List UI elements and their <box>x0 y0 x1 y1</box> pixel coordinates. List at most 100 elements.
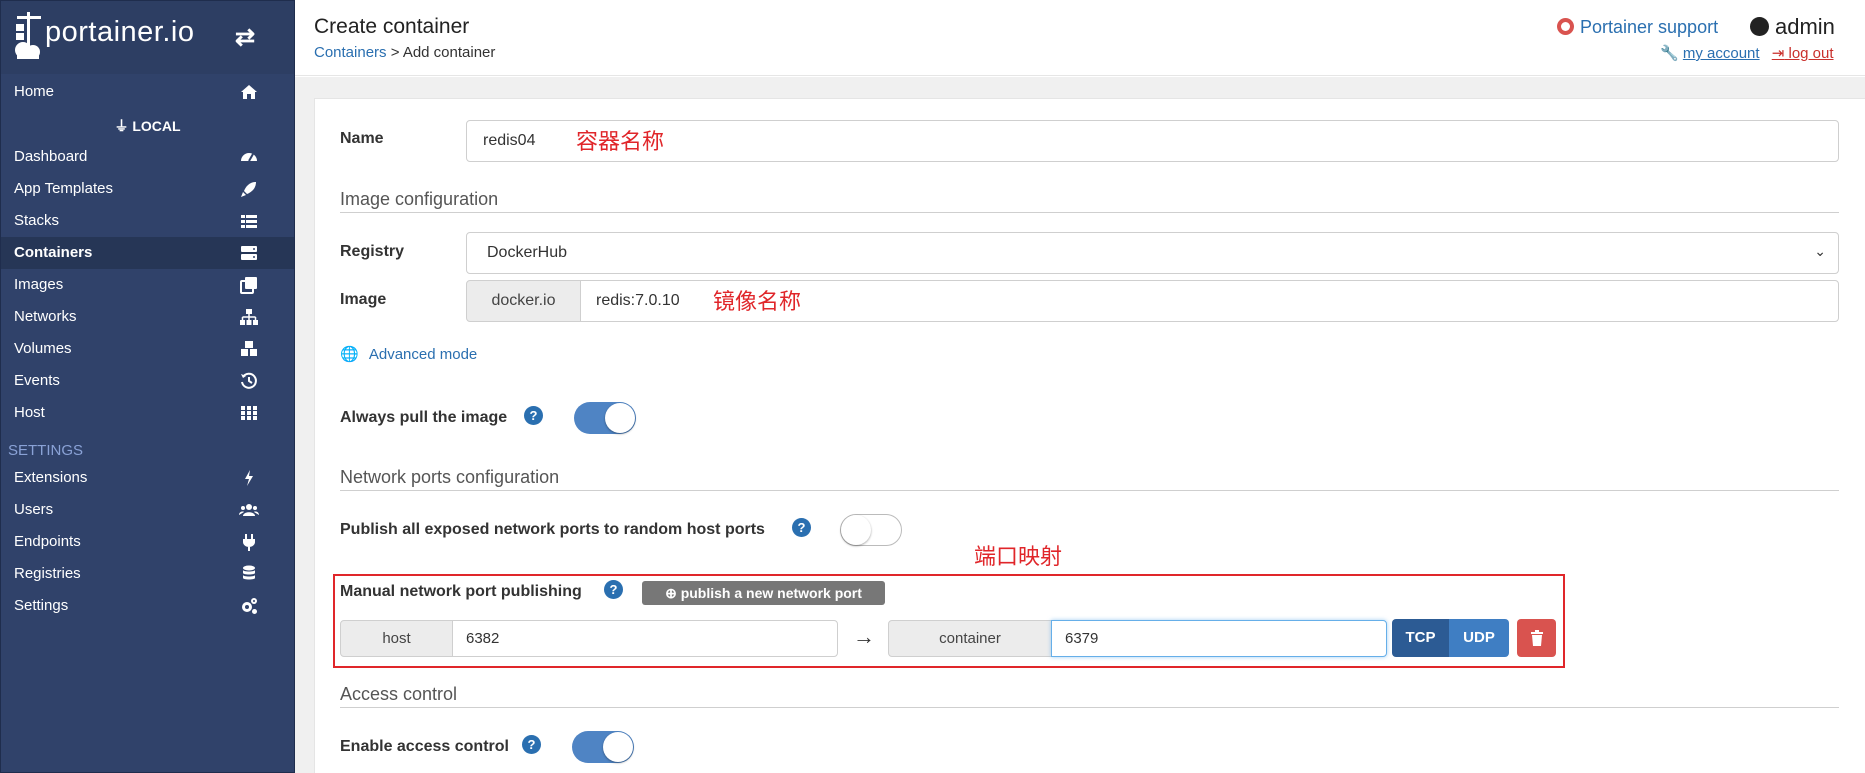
sidebar-item-stacks[interactable]: Stacks <box>1 205 294 237</box>
sidebar-item-label: Users <box>14 501 54 518</box>
sidebar-item-events[interactable]: Events <box>1 365 294 397</box>
plug-icon <box>243 534 255 551</box>
support-label: Portainer support <box>1580 17 1719 37</box>
sidebar-item-label: Stacks <box>14 212 60 229</box>
sidebar-item-containers[interactable]: Containers <box>1 237 294 269</box>
sidebar-item-dashboard[interactable]: Dashboard <box>1 141 294 173</box>
toggle-knob <box>603 732 633 762</box>
manual-publishing-label: Manual network port publishing <box>340 583 582 600</box>
sidebar-item-networks[interactable]: Networks <box>1 301 294 333</box>
advanced-mode-link[interactable]: 🌐 Advanced mode <box>340 345 477 363</box>
sidebar-item-app-templates[interactable]: App Templates <box>1 173 294 205</box>
server-icon <box>241 246 257 260</box>
image-input-value: redis:7.0.10 <box>596 292 680 309</box>
portainer-support-link[interactable]: Portainer support <box>1557 17 1718 38</box>
host-port-input[interactable]: 6382 <box>452 620 838 657</box>
history-icon <box>241 372 257 389</box>
question-circle-icon[interactable]: ? <box>524 406 543 425</box>
sidebar-item-home[interactable]: Home <box>1 76 294 108</box>
name-annotation: 容器名称 <box>576 130 665 155</box>
sidebar-item-images[interactable]: Images <box>1 269 294 301</box>
sidebar-item-label: Events <box>14 372 60 389</box>
sitemap-icon <box>240 309 258 325</box>
publish-all-toggle[interactable] <box>840 514 902 546</box>
logout-label: log out <box>1788 45 1834 62</box>
endpoint-local-heading: ⏚ LOCAL <box>1 116 294 136</box>
toggle-sidebar-icon[interactable]: ⇄ <box>235 23 255 52</box>
tachometer-icon <box>241 153 257 162</box>
question-circle-icon[interactable]: ? <box>604 580 623 599</box>
section-divider <box>340 212 1839 213</box>
sidebar-item-volumes[interactable]: Volumes <box>1 333 294 365</box>
user-menu: admin <box>1750 14 1835 40</box>
sidebar-item-settings[interactable]: Settings <box>1 590 294 622</box>
globe-icon: 🌐 <box>340 346 359 363</box>
database-icon <box>243 565 255 580</box>
image-registry-prefix: docker.io <box>466 280 581 322</box>
sidebar-item-endpoints[interactable]: Endpoints <box>1 526 294 558</box>
trash-icon <box>1530 630 1543 646</box>
brand-name[interactable]: portainer.io <box>45 16 195 49</box>
breadcrumb-containers-link[interactable]: Containers <box>314 44 387 61</box>
sidebar-item-label: Settings <box>14 597 69 614</box>
always-pull-label: Always pull the image <box>340 409 508 426</box>
toggle-knob <box>841 515 871 545</box>
arrow-right-icon: → <box>853 624 875 649</box>
sign-out-icon: ⇥ <box>1771 45 1785 62</box>
network-ports-title: Network ports configuration <box>340 467 560 487</box>
sidebar-item-label: Extensions <box>14 469 88 486</box>
sidebar-item-label: Endpoints <box>14 533 81 550</box>
name-label: Name <box>340 130 384 147</box>
access-control-toggle[interactable] <box>572 731 634 763</box>
host-port-value: 6382 <box>466 630 500 647</box>
home-icon <box>241 85 257 99</box>
image-label: Image <box>340 291 387 308</box>
sidebar-item-extensions[interactable]: Extensions <box>1 462 294 494</box>
image-annotation: 镜像名称 <box>713 290 802 315</box>
always-pull-toggle[interactable] <box>574 402 636 434</box>
list-icon <box>241 215 257 228</box>
publish-new-port-button[interactable]: ⊕ publish a new network port <box>642 581 885 605</box>
enable-access-control-label: Enable access control <box>340 738 509 755</box>
sidebar-item-label: Networks <box>14 308 77 325</box>
publish-all-label: Publish all exposed network ports to ran… <box>340 521 765 538</box>
container-port-input[interactable]: 6379 <box>1051 620 1387 657</box>
container-addon: container <box>888 620 1052 657</box>
advanced-mode-label: Advanced mode <box>368 346 478 363</box>
port-mapping-annotation: 端口映射 <box>974 545 1063 570</box>
sidebar: portainer.io ⇄ Home ⏚ LOCAL Dashboard Ap… <box>0 0 295 773</box>
life-ring-icon <box>1557 18 1574 35</box>
users-icon <box>239 504 259 516</box>
registry-select[interactable]: DockerHub ⌄ <box>466 232 1839 274</box>
rocket-icon <box>241 182 256 197</box>
sidebar-item-host[interactable]: Host <box>1 397 294 429</box>
clone-icon <box>240 277 257 294</box>
my-account-link[interactable]: my account <box>1683 45 1760 62</box>
remove-port-button[interactable] <box>1517 619 1556 657</box>
sidebar-item-label: Home <box>14 83 55 100</box>
image-configuration-title: Image configuration <box>340 189 499 209</box>
sidebar-item-users[interactable]: Users <box>1 494 294 526</box>
chevron-down-icon: ⌄ <box>1814 243 1826 259</box>
section-divider <box>340 490 1839 491</box>
name-input[interactable]: redis04 <box>466 120 1839 162</box>
name-input-value: redis04 <box>483 132 536 149</box>
access-control-title: Access control <box>340 684 458 704</box>
account-links: 🔧 my account ⇥ log out <box>1660 44 1834 62</box>
th-icon <box>241 406 257 420</box>
sidebar-item-label: Host <box>14 404 45 421</box>
cogs-icon <box>242 598 257 614</box>
sidebar-item-label: App Templates <box>14 180 113 197</box>
settings-heading: SETTINGS <box>8 442 84 459</box>
registry-label: Registry <box>340 243 405 260</box>
registry-selected-value: DockerHub <box>487 244 568 261</box>
sidebar-item-registries[interactable]: Registries <box>1 558 294 590</box>
breadcrumb-current: Add container <box>402 44 496 61</box>
sidebar-item-label: Volumes <box>14 340 72 357</box>
udp-protocol-button[interactable]: UDP <box>1449 619 1509 657</box>
question-circle-icon[interactable]: ? <box>792 518 811 537</box>
question-circle-icon[interactable]: ? <box>522 735 541 754</box>
user-circle-icon <box>1750 17 1769 36</box>
logout-link[interactable]: ⇥ log out <box>1772 45 1834 62</box>
tcp-protocol-button[interactable]: TCP <box>1392 619 1449 657</box>
